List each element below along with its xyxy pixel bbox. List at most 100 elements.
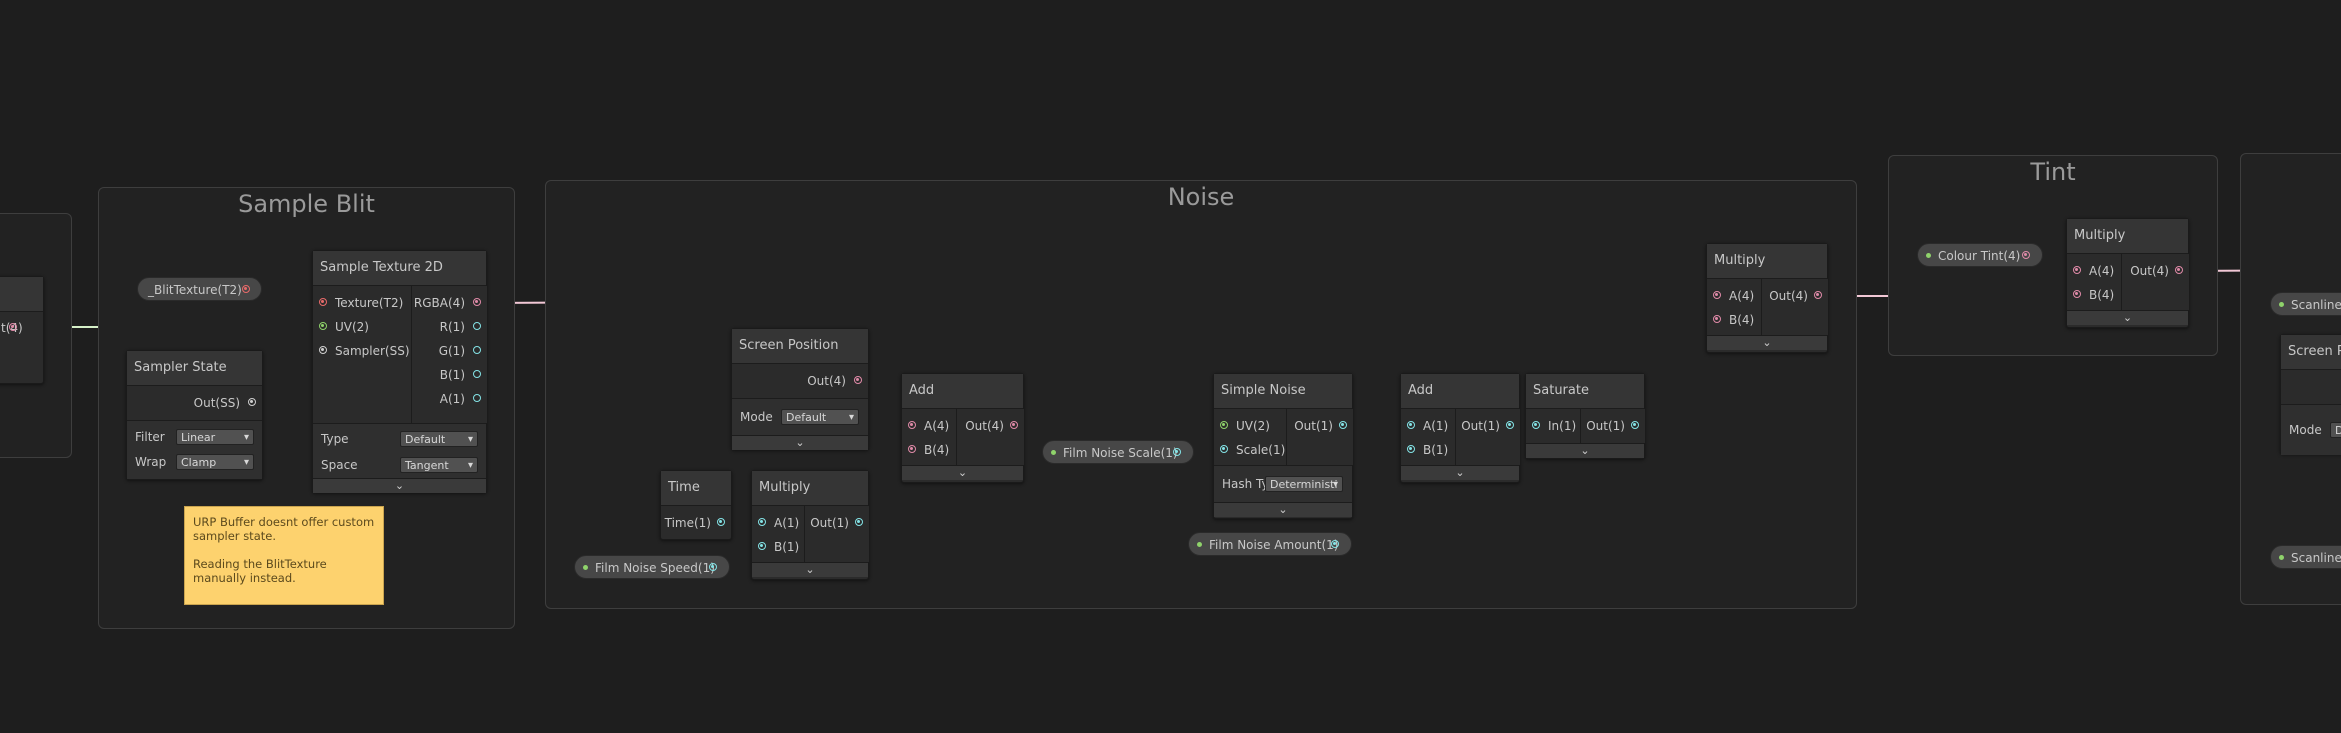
port-dot[interactable] bbox=[1220, 445, 1228, 453]
port-dot[interactable] bbox=[2073, 266, 2081, 274]
port-scale-in[interactable]: Scale(1) bbox=[1214, 438, 1286, 462]
sticky-note[interactable]: URP Buffer doesnt offer custom sampler s… bbox=[184, 506, 384, 605]
property-film-noise-speed[interactable]: Film Noise Speed(1) bbox=[574, 555, 730, 579]
port-b-in[interactable]: B(4) bbox=[902, 438, 956, 462]
node-add-uv[interactable]: Add A(4) B(4) Out(4) ⌄ bbox=[901, 373, 1024, 483]
port-dot[interactable] bbox=[473, 298, 481, 306]
chevron-down-icon[interactable]: ⌄ bbox=[752, 562, 868, 577]
port-a-in[interactable]: A(4) bbox=[1707, 284, 1761, 308]
port-b-out[interactable]: B(1) bbox=[412, 363, 487, 387]
port-r-out[interactable]: R(1) bbox=[412, 315, 487, 339]
node-multiply-speed[interactable]: Multiply A(1) B(1) Out(1) ⌄ bbox=[751, 470, 869, 580]
port-sampler-in[interactable]: Sampler(SS) bbox=[313, 339, 411, 363]
port-dot[interactable] bbox=[1814, 291, 1822, 299]
port-dot[interactable] bbox=[473, 346, 481, 354]
port-sampler-out[interactable]: Out(SS) bbox=[127, 391, 262, 415]
port-out[interactable]: Out(1) bbox=[1287, 414, 1353, 438]
port-dot[interactable] bbox=[319, 298, 327, 306]
node-screen-position[interactable]: Screen Position Out(4) Mode Default ⌄ bbox=[731, 328, 869, 450]
port-b-in[interactable]: B(4) bbox=[2067, 283, 2121, 307]
port-time-out[interactable]: Time(1) bbox=[661, 511, 731, 535]
port-a-in[interactable]: A(1) bbox=[1401, 414, 1455, 438]
property-film-noise-amount[interactable]: Film Noise Amount(1) bbox=[1188, 532, 1352, 556]
port-a-in[interactable]: A(1) bbox=[752, 511, 804, 535]
port-dot[interactable] bbox=[1407, 445, 1415, 453]
port-a-in[interactable]: A(4) bbox=[902, 414, 956, 438]
port-uv-in[interactable]: UV(2) bbox=[313, 315, 411, 339]
port-dot[interactable] bbox=[1532, 421, 1540, 429]
port-dot[interactable] bbox=[717, 518, 725, 526]
chevron-down-icon[interactable]: ⌄ bbox=[902, 465, 1023, 480]
property-film-noise-scale-port[interactable] bbox=[1173, 448, 1181, 456]
filter-dropdown[interactable]: Linear bbox=[176, 429, 254, 445]
port-dot[interactable] bbox=[1631, 421, 1639, 429]
wrap-dropdown[interactable]: Clamp bbox=[176, 454, 254, 470]
port-rgba-out[interactable]: RGBA(4) bbox=[412, 291, 487, 315]
port-dot[interactable] bbox=[319, 346, 327, 354]
port-dot[interactable] bbox=[248, 398, 256, 406]
node-sampler-state[interactable]: Sampler State Out(SS) Filter Linear Wrap… bbox=[126, 350, 263, 480]
port-dot[interactable] bbox=[1220, 421, 1228, 429]
node-add-noise[interactable]: Add A(1) B(1) Out(1) ⌄ bbox=[1400, 373, 1520, 483]
port-out[interactable]: Out(1) bbox=[1456, 414, 1520, 438]
port-dot[interactable] bbox=[473, 322, 481, 330]
port-out[interactable]: Out(4) bbox=[1762, 284, 1828, 308]
port-texture-in[interactable]: Texture(T2) bbox=[313, 291, 411, 315]
mode-dropdown[interactable]: Default bbox=[781, 409, 859, 425]
property-colour-tint[interactable]: Colour Tint(4) bbox=[1917, 243, 2043, 267]
node-saturate[interactable]: Saturate In(1) Out(1) ⌄ bbox=[1525, 373, 1645, 459]
group-title-sample-blit[interactable]: Sample Blit bbox=[99, 190, 514, 218]
property-blittexture-port[interactable] bbox=[242, 285, 250, 293]
port-dot[interactable] bbox=[1339, 421, 1347, 429]
mode-dropdown[interactable]: D bbox=[2330, 422, 2341, 438]
node-multiply-noise[interactable]: Multiply A(4) B(4) Out(4) ⌄ bbox=[1706, 243, 1828, 353]
port-dot[interactable] bbox=[319, 322, 327, 330]
port-dot[interactable] bbox=[758, 542, 766, 550]
port-dot[interactable] bbox=[855, 518, 863, 526]
port-dot[interactable] bbox=[908, 445, 916, 453]
property-blittexture[interactable]: _BlitTexture(T2) bbox=[137, 277, 262, 301]
shader-graph-canvas[interactable]: t(4) Sample Blit _BlitTexture(T2) Sample… bbox=[0, 0, 2341, 733]
port-dot[interactable] bbox=[2073, 290, 2081, 298]
property-scanline-a[interactable]: Scanline A bbox=[2270, 292, 2341, 316]
port-a-out[interactable]: A(1) bbox=[412, 387, 487, 411]
port-dot[interactable] bbox=[1010, 421, 1018, 429]
chevron-down-icon[interactable]: ⌄ bbox=[2067, 310, 2188, 325]
port-dot[interactable] bbox=[473, 370, 481, 378]
port-g-out[interactable]: G(1) bbox=[412, 339, 487, 363]
port-screenpos-out[interactable]: Out(4) bbox=[732, 369, 868, 393]
port-in[interactable]: In(1) bbox=[1526, 414, 1580, 438]
port-dot[interactable] bbox=[473, 394, 481, 402]
port-out[interactable]: Out(1) bbox=[805, 511, 869, 535]
chevron-down-icon[interactable]: ⌄ bbox=[1214, 502, 1352, 517]
port-b-in[interactable]: B(1) bbox=[752, 535, 804, 559]
port-out[interactable]: Out(1) bbox=[1581, 414, 1645, 438]
node-simple-noise[interactable]: Simple Noise UV(2) Scale(1) Out(1) Hash … bbox=[1213, 373, 1353, 519]
port-dot[interactable] bbox=[2175, 266, 2183, 274]
group-title-tint[interactable]: Tint bbox=[1889, 158, 2217, 186]
space-dropdown[interactable]: Tangent bbox=[400, 457, 478, 473]
property-film-noise-amount-port[interactable] bbox=[1331, 540, 1339, 548]
port-b-in[interactable]: B(4) bbox=[1707, 308, 1761, 332]
node-time[interactable]: Time Time(1) bbox=[660, 470, 732, 540]
node-sample-texture-2d[interactable]: Sample Texture 2D Texture(T2) UV(2) Samp… bbox=[312, 250, 487, 493]
node-screen-position-partial[interactable]: Screen Po Mode D bbox=[2280, 334, 2341, 455]
left-node-output-port[interactable] bbox=[9, 323, 17, 331]
port-dot[interactable] bbox=[1713, 315, 1721, 323]
port-dot[interactable] bbox=[1713, 291, 1721, 299]
port-dot[interactable] bbox=[854, 376, 862, 384]
property-colour-tint-port[interactable] bbox=[2022, 251, 2030, 259]
type-dropdown[interactable]: Default bbox=[400, 431, 478, 447]
chevron-down-icon[interactable]: ⌄ bbox=[1707, 335, 1827, 350]
chevron-down-icon[interactable]: ⌄ bbox=[313, 478, 486, 493]
property-film-noise-scale[interactable]: Film Noise Scale(1) bbox=[1042, 440, 1194, 464]
port-b-in[interactable]: B(1) bbox=[1401, 438, 1455, 462]
port-dot[interactable] bbox=[758, 518, 766, 526]
port-out[interactable]: Out(4) bbox=[957, 414, 1024, 438]
property-scanline-s[interactable]: Scanline S bbox=[2270, 545, 2341, 569]
chevron-down-icon[interactable]: ⌄ bbox=[1526, 443, 1644, 458]
port-dot[interactable] bbox=[1506, 421, 1514, 429]
chevron-down-icon[interactable]: ⌄ bbox=[732, 435, 868, 450]
port-uv-in[interactable]: UV(2) bbox=[1214, 414, 1286, 438]
port-dot[interactable] bbox=[1407, 421, 1415, 429]
